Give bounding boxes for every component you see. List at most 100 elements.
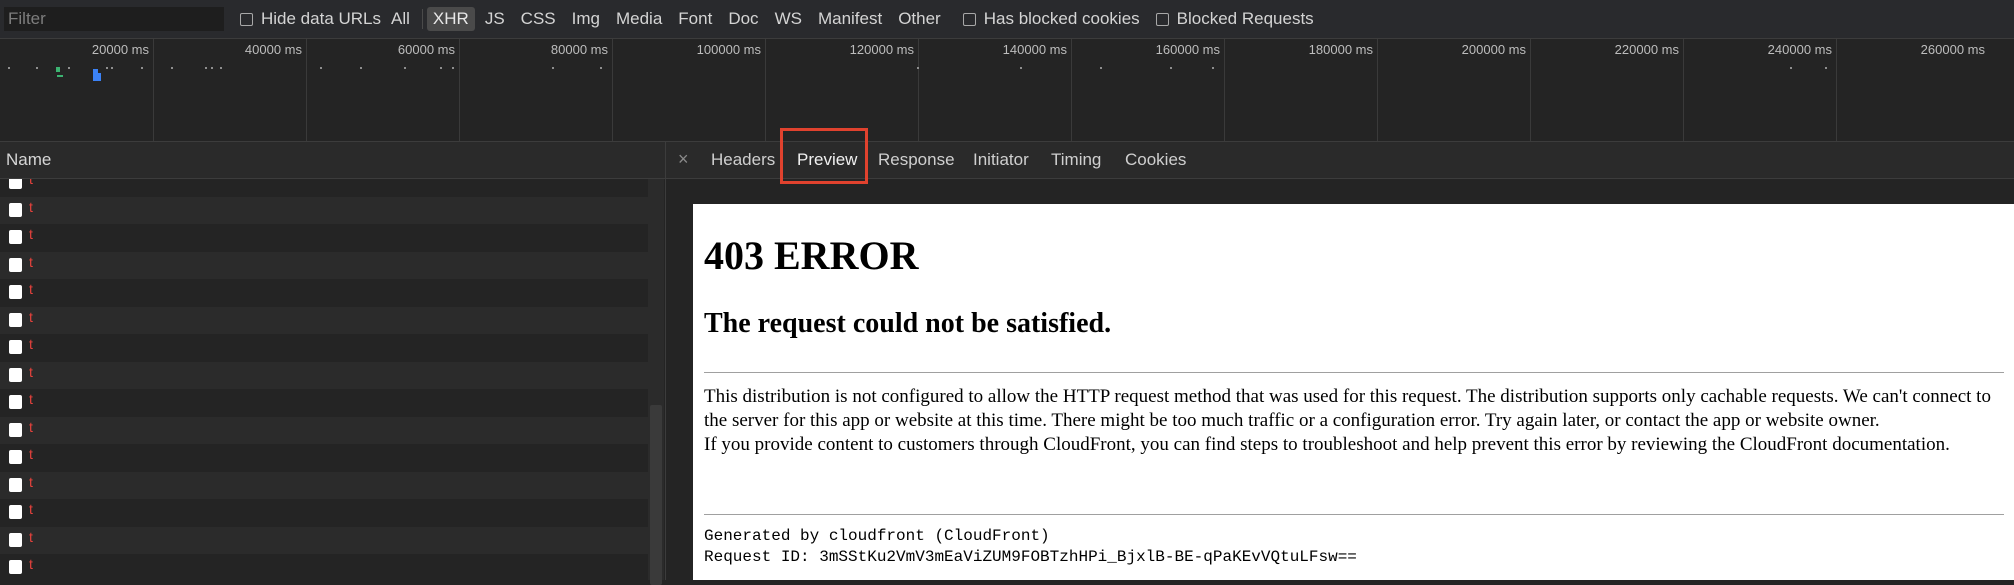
tick-label: 180000 ms — [1308, 42, 1373, 57]
table-row[interactable]: t — [0, 526, 648, 554]
request-checkbox[interactable] — [9, 179, 22, 189]
divider — [421, 9, 423, 29]
type-filter-xhr[interactable]: XHR — [426, 7, 475, 31]
tick-line — [765, 39, 766, 141]
table-row[interactable]: t — [0, 251, 648, 279]
type-filter-manifest[interactable]: Manifest — [812, 7, 888, 31]
table-row[interactable]: t — [0, 306, 648, 334]
blocked-requests-checkbox[interactable]: Blocked Requests — [1155, 9, 1314, 29]
table-row[interactable]: t — [0, 499, 648, 527]
request-mark — [320, 67, 322, 69]
close-icon[interactable]: × — [678, 149, 689, 170]
request-mark — [917, 67, 919, 69]
tick-line — [1836, 39, 1837, 141]
request-checkbox[interactable] — [9, 505, 22, 519]
has-blocked-cookies-checkbox[interactable]: Has blocked cookies — [962, 9, 1140, 29]
type-filter-all[interactable]: All — [385, 7, 416, 31]
divider — [704, 372, 2004, 373]
has-blocked-cookies-label: Has blocked cookies — [983, 9, 1140, 28]
request-mark — [8, 67, 10, 69]
request-mark — [56, 67, 60, 72]
error-description: This distribution is not configured to a… — [704, 385, 2004, 457]
type-filter-media[interactable]: Media — [610, 7, 668, 31]
request-mark — [1790, 67, 1792, 69]
table-row[interactable]: t — [0, 179, 648, 197]
tab-headers[interactable]: Headers — [711, 150, 775, 170]
table-row[interactable]: t — [0, 471, 648, 499]
checkbox-icon — [1155, 12, 1169, 26]
tick-label: 220000 ms — [1614, 42, 1679, 57]
details-tabbar: × Headers Preview Response Initiator Tim… — [666, 128, 2014, 184]
request-name: t — [29, 198, 33, 215]
filter-input[interactable] — [4, 7, 224, 31]
request-mark — [205, 67, 207, 69]
tab-response[interactable]: Response — [878, 150, 955, 170]
request-mark — [552, 67, 554, 69]
tick-label: 80000 ms — [550, 42, 608, 57]
type-filter-font[interactable]: Font — [672, 7, 718, 31]
tick-line — [1071, 39, 1072, 141]
tick-label: 240000 ms — [1767, 42, 1832, 57]
timeline-overview[interactable]: 20000 ms 40000 ms 60000 ms 80000 ms 1000… — [0, 39, 2014, 142]
request-mark — [211, 67, 213, 69]
request-name: t — [29, 281, 33, 297]
scrollbar-thumb[interactable] — [650, 405, 662, 585]
request-mark — [1825, 67, 1827, 69]
request-checkbox[interactable] — [9, 340, 22, 354]
table-row[interactable]: t — [0, 361, 648, 389]
request-checkbox[interactable] — [9, 367, 22, 382]
table-row[interactable]: t — [0, 224, 648, 252]
request-checkbox[interactable] — [9, 395, 22, 409]
type-filter-css[interactable]: CSS — [515, 7, 562, 31]
request-checkbox[interactable] — [9, 560, 22, 574]
request-mark — [360, 67, 362, 69]
request-name: t — [29, 363, 33, 380]
tab-cookies[interactable]: Cookies — [1125, 150, 1186, 170]
hide-data-urls-checkbox[interactable]: Hide data URLs — [240, 9, 381, 29]
request-list-scrollbar[interactable] — [648, 179, 664, 585]
type-filter-img[interactable]: Img — [566, 7, 606, 31]
request-checkbox[interactable] — [9, 450, 22, 464]
tick-line — [153, 39, 154, 141]
request-name: t — [29, 253, 33, 270]
request-list-pane: Name t t t t t t t t t t t t t t t — [0, 142, 666, 585]
table-row[interactable]: t — [0, 334, 648, 362]
request-checkbox[interactable] — [9, 230, 22, 244]
request-checkbox[interactable] — [9, 257, 22, 272]
tab-timing[interactable]: Timing — [1051, 150, 1101, 170]
tick-line — [1530, 39, 1531, 141]
request-name: t — [29, 336, 33, 352]
table-row[interactable]: t — [0, 444, 648, 472]
tick-label: 140000 ms — [1002, 42, 1067, 57]
name-column-header[interactable]: Name — [0, 142, 665, 179]
error-paragraph-1: This distribution is not configured to a… — [704, 386, 1991, 431]
tab-initiator[interactable]: Initiator — [973, 150, 1029, 170]
table-row[interactable]: t — [0, 389, 648, 417]
checkbox-icon — [962, 12, 976, 26]
type-filter-ws[interactable]: WS — [769, 7, 808, 31]
type-filter-doc[interactable]: Doc — [722, 7, 764, 31]
request-mark — [1212, 67, 1214, 69]
request-mark — [68, 67, 70, 69]
request-checkbox[interactable] — [9, 422, 22, 437]
table-row[interactable]: t — [0, 196, 648, 224]
request-checkbox[interactable] — [9, 532, 22, 547]
request-name: t — [29, 226, 33, 242]
table-row[interactable]: t — [0, 279, 648, 307]
error-heading: 403 ERROR — [704, 233, 919, 278]
tick-label: 200000 ms — [1461, 42, 1526, 57]
request-checkbox[interactable] — [9, 202, 22, 217]
request-checkbox[interactable] — [9, 477, 22, 492]
table-row[interactable]: t — [0, 554, 648, 580]
tick-line — [1377, 39, 1378, 141]
type-filter-other[interactable]: Other — [892, 7, 947, 31]
type-filter-js[interactable]: JS — [479, 7, 511, 31]
request-id-text: Request ID: 3mSStKu2VmV3mEaViZUM9FOBTzhH… — [704, 548, 1357, 566]
request-checkbox[interactable] — [9, 285, 22, 299]
request-checkbox[interactable] — [9, 312, 22, 327]
table-row[interactable]: t — [0, 416, 648, 444]
request-mark — [1170, 67, 1172, 69]
request-mark — [1100, 67, 1102, 69]
request-name: t — [29, 528, 33, 545]
request-mark — [141, 67, 143, 69]
